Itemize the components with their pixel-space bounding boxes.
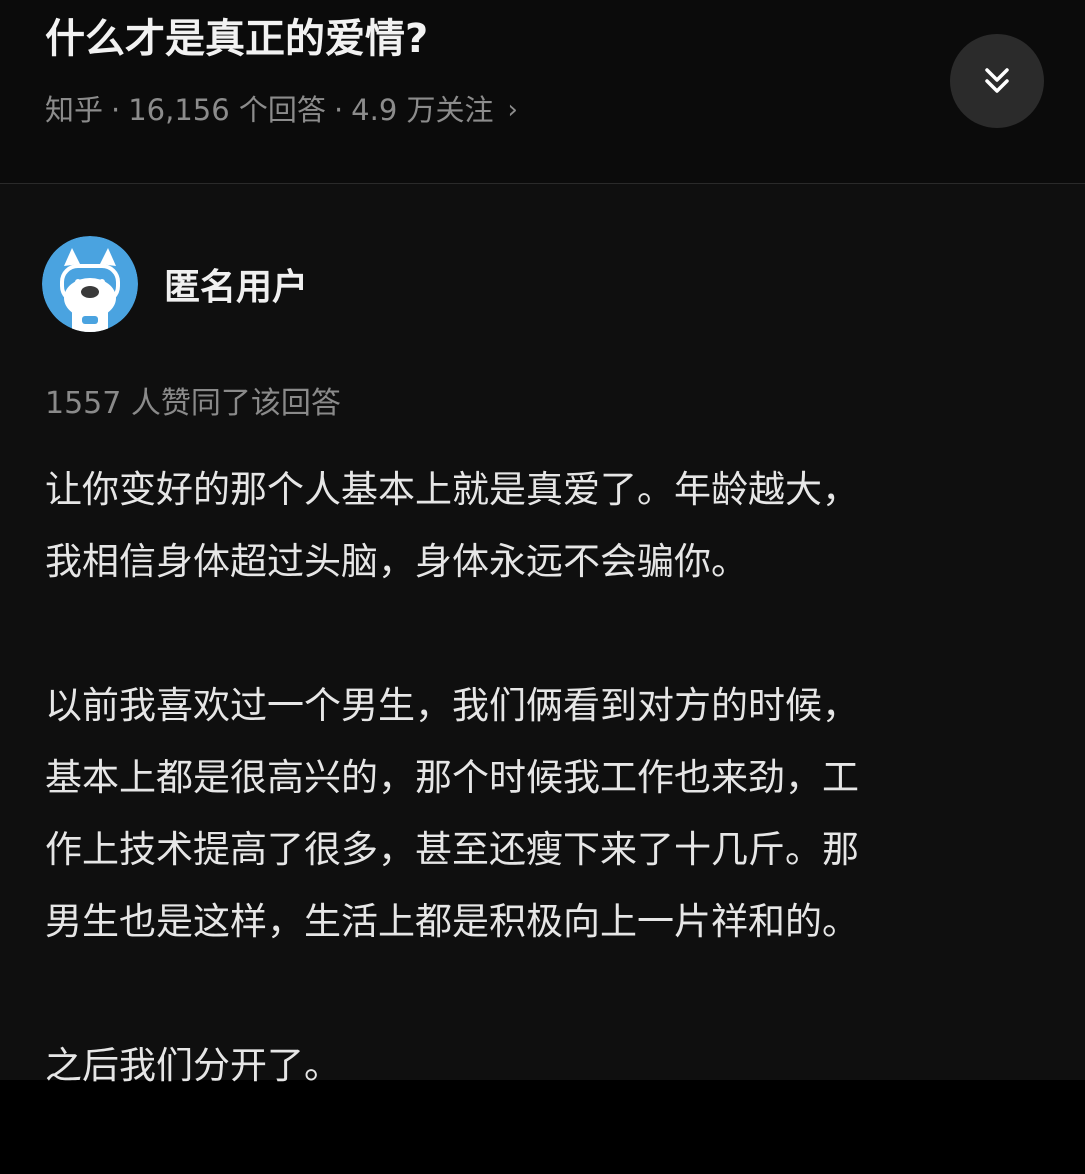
collapse-button[interactable] [950, 34, 1044, 128]
answer-count: 16,156 个回答 [128, 93, 326, 127]
author-row[interactable]: 匿名用户 [42, 236, 308, 332]
source-label: 知乎 [45, 93, 104, 127]
vote-count-text: 1557 人赞同了该回答 [45, 386, 341, 421]
question-meta[interactable]: 知乎 · 16,156 个回答 · 4.9 万关注 › [45, 88, 518, 132]
anonymous-user-avatar-icon [42, 236, 138, 332]
follower-count: 4.9 万关注 [351, 93, 494, 127]
question-header: 什么才是真正的爱情? 知乎 · 16,156 个回答 · 4.9 万关注 › [0, 0, 1085, 183]
answer-body: 让你变好的那个人基本上就是真爱了。年龄越大， 我相信身体超过头脑，身体永远不会骗… [45, 454, 1045, 1174]
answer-paragraph: 让你变好的那个人基本上就是真爱了。年龄越大， 我相信身体超过头脑，身体永远不会骗… [45, 468, 859, 583]
question-title[interactable]: 什么才是真正的爱情? [45, 12, 428, 66]
answer-paragraph: 之后我们分开了。 [45, 1044, 341, 1087]
meta-separator: · [111, 93, 121, 127]
avatar[interactable] [42, 236, 138, 332]
chevron-right-icon: › [507, 95, 518, 125]
answer-paragraph: 以前我喜欢过一个男生，我们俩看到对方的时候， 基本上都是很高兴的，那个时候我工作… [45, 684, 859, 943]
author-name[interactable]: 匿名用户 [164, 258, 308, 310]
double-chevron-down-icon [985, 68, 1009, 93]
meta-separator: · [333, 93, 344, 127]
answer-card: 匿名用户 1557 人赞同了该回答 让你变好的那个人基本上就是真爱了。年龄越大，… [0, 184, 1085, 1087]
